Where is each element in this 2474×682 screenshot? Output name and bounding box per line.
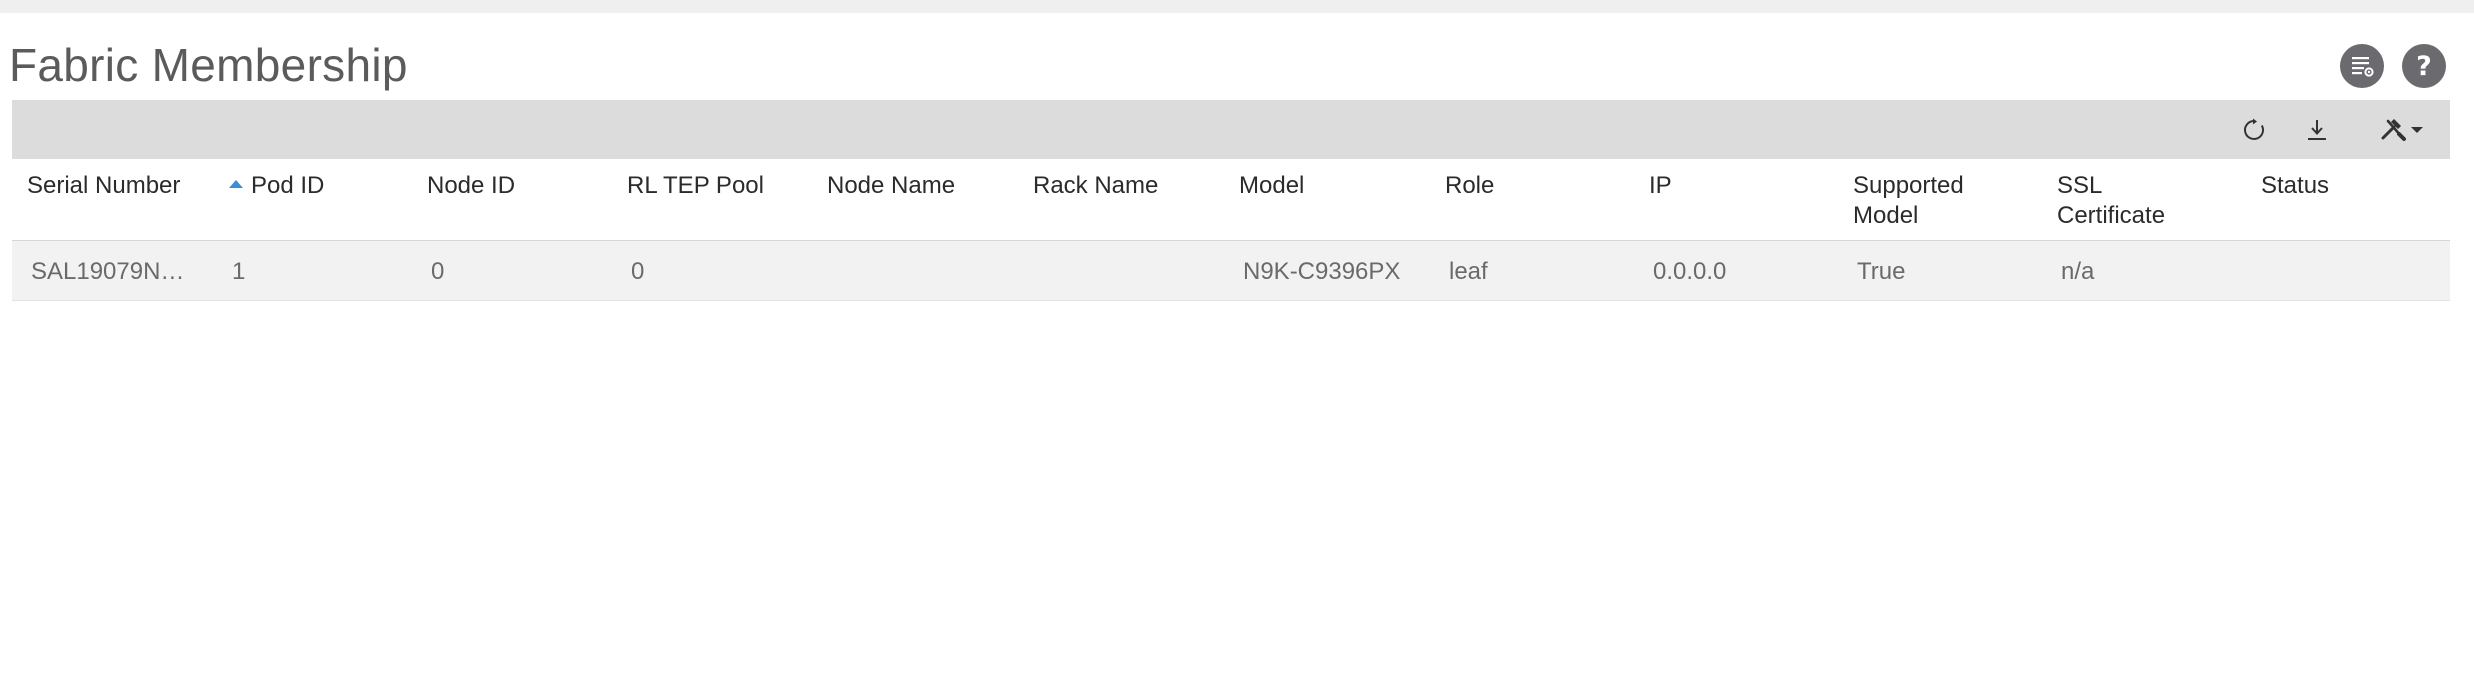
help-button[interactable]: ? xyxy=(2402,44,2446,88)
column-header-ip[interactable]: IP xyxy=(1649,171,1672,201)
cell-rl-tep-pool: 0 xyxy=(631,258,645,285)
cell-node-id: 0 xyxy=(431,258,445,285)
column-header-serial-number[interactable]: Serial Number xyxy=(27,171,180,201)
cell-serial-number: SAL19079N… xyxy=(31,258,185,285)
sort-ascending-icon xyxy=(229,179,243,188)
download-icon xyxy=(2308,120,2326,140)
cell-pod-id: 1 xyxy=(232,258,246,285)
cell-role: leaf xyxy=(1449,258,1488,285)
download-button[interactable] xyxy=(2297,112,2337,148)
column-header-supported-model[interactable]: Supported Model xyxy=(1853,171,1964,231)
page-title: Fabric Membership xyxy=(9,39,408,91)
help-icon: ? xyxy=(2416,50,2432,82)
column-header-role[interactable]: Role xyxy=(1445,171,1494,201)
cell-ssl-certificate: n/a xyxy=(2061,258,2095,285)
top-strip xyxy=(0,0,2474,13)
column-header-rl-tep-pool[interactable]: RL TEP Pool xyxy=(627,171,764,201)
fabric-membership-table: Serial Number Pod ID Node ID RL TEP Pool… xyxy=(12,159,2450,301)
table-header: Serial Number Pod ID Node ID RL TEP Pool… xyxy=(12,159,2450,241)
tools-dropdown-icon xyxy=(2381,119,2423,141)
refresh-button[interactable] xyxy=(2234,112,2274,148)
column-header-pod-id[interactable]: Pod ID xyxy=(229,171,324,201)
column-header-node-name[interactable]: Node Name xyxy=(827,171,955,201)
refresh-icon xyxy=(2244,118,2264,140)
table-toolbar xyxy=(12,100,2450,159)
column-header-status[interactable]: Status xyxy=(2261,171,2329,201)
table-row[interactable]: SAL19079N… 1 0 0 N9K-C9396PX leaf 0.0.0.… xyxy=(12,241,2450,301)
list-settings-icon xyxy=(2352,57,2374,77)
list-settings-button[interactable] xyxy=(2340,44,2384,88)
column-header-rack-name[interactable]: Rack Name xyxy=(1033,171,1158,201)
cell-model: N9K-C9396PX xyxy=(1243,258,1401,285)
column-header-ssl-certificate[interactable]: SSL Certificate xyxy=(2057,171,2165,231)
cell-supported-model: True xyxy=(1857,258,1906,285)
column-header-node-id[interactable]: Node ID xyxy=(427,171,515,201)
column-header-model[interactable]: Model xyxy=(1239,171,1304,201)
tools-dropdown-button[interactable] xyxy=(2372,112,2436,148)
cell-ip: 0.0.0.0 xyxy=(1653,258,1727,285)
